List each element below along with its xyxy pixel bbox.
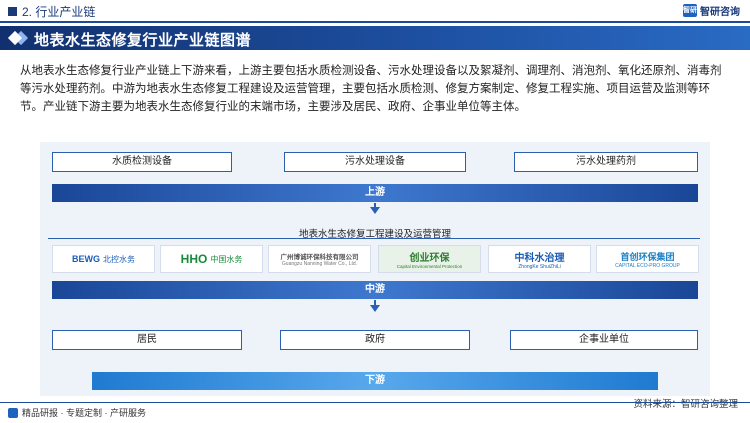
header-divider (0, 21, 750, 23)
bewg-logo-text: 北控水务 (103, 254, 135, 264)
intro-paragraph: 从地表水生态修复行业产业链上下游来看，上游主要包括水质检测设备、污水处理设备以及… (20, 65, 722, 113)
downstream-item: 政府 (280, 330, 470, 350)
upstream-item: 水质检测设备 (52, 152, 232, 172)
company-logo-capital-env: 创业环保 Capital Environmental Protection (378, 245, 481, 273)
brand-small-icon (8, 407, 18, 418)
downstream-item: 居民 (52, 330, 242, 350)
footer-tagline: 精品研报 · 专题定制 · 产研服务 (8, 406, 146, 419)
section-title-text: 2. 行业产业链 (22, 5, 96, 19)
company-logo-china-water: HHO 中国水务 (160, 245, 263, 273)
china-water-logo-text: 中国水务 (210, 254, 243, 264)
capital-env-logo-mark: 创业环保 (409, 253, 450, 264)
downstream-bar: 下游 (92, 372, 658, 390)
down-arrow-icon (370, 207, 380, 214)
footer-divider (0, 402, 750, 403)
zhongke-logo-text: ZhongKe ShuiZhiLi (518, 263, 561, 270)
brand-logo-icon: 智研 (683, 4, 697, 17)
midstream-bar: 中游 (52, 281, 698, 299)
footer-tagline-text: 精品研报 · 专题定制 · 产研服务 (22, 408, 146, 418)
upstream-item: 污水处理设备 (284, 152, 466, 172)
top-bar: 2. 行业产业链 智研 智研咨询 (0, 0, 750, 22)
guangzhou-logo-mark: 广州博诚环保科技有限公司 (280, 254, 359, 261)
downstream-item: 企事业单位 (510, 330, 698, 350)
capital-eco-logo-mark: 首创环保集团 (620, 251, 675, 262)
section-square-icon (8, 7, 17, 16)
page-title: 地表水生态修复行业产业链图谱 (34, 32, 252, 49)
china-water-logo-mark: HHO (180, 252, 208, 266)
company-logo-capital-eco: 首创环保集团 CAPITAL ECO-PRO GROUP (596, 245, 699, 273)
source-note: 资料来源：智研咨询整理 (633, 399, 738, 410)
down-arrow-icon (370, 305, 380, 312)
capital-eco-logo-text: CAPITAL ECO-PRO GROUP (615, 262, 680, 269)
upstream-bar: 上游 (52, 184, 698, 202)
brand-name: 智研咨询 (700, 7, 740, 18)
upstream-item: 污水处理药剂 (514, 152, 698, 172)
midstream-divider (48, 238, 700, 239)
brand: 智研 智研咨询 (683, 3, 740, 18)
section-title: 2. 行业产业链 (8, 3, 95, 20)
company-logo-zhongke: 中科水治理 ZhongKe ShuiZhiLi (488, 245, 591, 273)
guangzhou-logo-text: Guangzu Nanning Water Co., Ltd. (281, 261, 358, 267)
company-logo-guangzhou: 广州博诚环保科技有限公司 Guangzu Nanning Water Co., … (268, 245, 371, 273)
title-banner: 地表水生态修复行业产业链图谱 (0, 26, 750, 50)
zhongke-logo-mark: 中科水治理 (514, 252, 565, 264)
capital-env-logo-text: Capital Environmental Protection (396, 264, 463, 269)
company-logo-bewg: BEWG 北控水务 (52, 245, 155, 273)
bewg-logo-mark: BEWG (72, 254, 100, 264)
